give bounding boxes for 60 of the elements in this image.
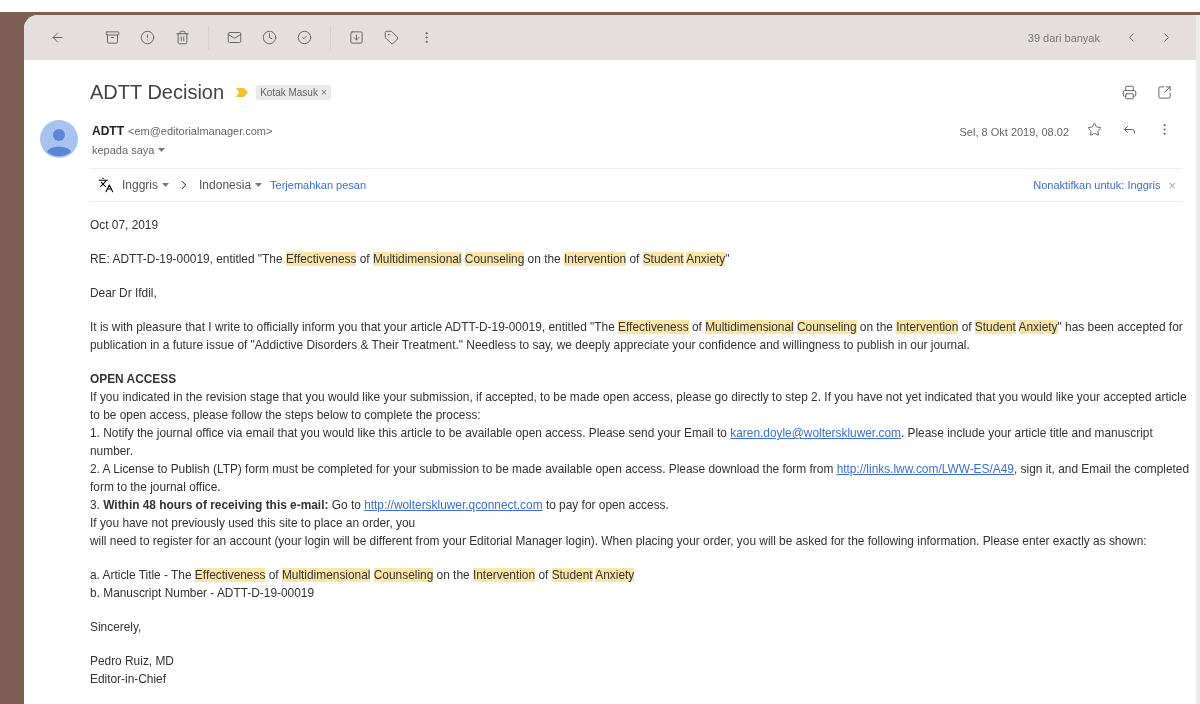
external-link-icon xyxy=(1157,84,1172,100)
avatar xyxy=(40,120,78,158)
body-text: 1. Notify the journal office via email that you would like this article to be available open access. Please send your Email to karen.doyle@wolterskluwer.com. Please include your article title and manuscript number. xyxy=(90,425,1154,460)
caret-icon xyxy=(162,183,170,187)
back-arrow-button[interactable] xyxy=(50,30,65,45)
label-icon xyxy=(384,30,399,45)
exclamation-circle-button[interactable] xyxy=(140,30,155,45)
trash-icon xyxy=(175,30,190,45)
body-text: It is with pleasure that I write to officially inform you that your article ADTT-D-19-00019, entitled "The Effectiveness of Multidimensional Counseling on the Intervention of Student Anxiety" has been accepted for publication in a future issue of "Addictive Disorders & Their Treatment." Needless to say, we deeply appreciate your confidence and willingness to publish in our journal. xyxy=(90,319,1184,354)
check-circle-icon xyxy=(297,30,312,45)
body-text: Oct 07, 2019 xyxy=(90,217,160,234)
inbox-label: Kotak Masuk × xyxy=(256,84,331,100)
source-language-dropdown[interactable]: Inggris xyxy=(122,178,170,192)
new-window-button[interactable] xyxy=(1157,84,1172,100)
envelope-button[interactable] xyxy=(227,30,242,45)
caret-icon xyxy=(255,183,263,187)
archive-icon xyxy=(105,30,120,45)
sender-email: <em@editorialmanager.com> xyxy=(128,125,273,137)
body-text: Sincerely, xyxy=(90,619,143,636)
body-text: OPEN ACCESS xyxy=(90,371,178,388)
target-language-dropdown[interactable]: Indonesia xyxy=(199,178,263,192)
clock-icon xyxy=(262,30,277,45)
archive-button[interactable] xyxy=(105,30,120,45)
printer-icon xyxy=(1122,84,1137,100)
envelope-icon xyxy=(227,30,242,45)
sender-name: ADTT xyxy=(92,124,124,138)
body-text: b. Manuscript Number - ADTT-D-19-00019 xyxy=(90,585,316,602)
link[interactable]: karen.doyle@wolterskluwer.com xyxy=(730,426,901,440)
body-text: If you have not previously used this site to place an order, you xyxy=(90,515,417,532)
link[interactable]: http://wolterskluwer.qconnect.com xyxy=(364,498,543,512)
caret-icon xyxy=(158,148,166,152)
label-button[interactable] xyxy=(384,30,399,45)
print-button[interactable] xyxy=(1122,84,1137,100)
body-text: If you indicated in the revision stage that you would like your submission, if accepted, to be made open access, please go directly to step 2. If you have not yet indicated that you would like your accepted article to be open access, please follow the steps below to complete the process: xyxy=(90,389,1188,424)
move-to-icon xyxy=(349,30,364,45)
email-date: Sel, 8 Okt 2019, 08.02 xyxy=(959,125,1069,138)
body-text: a. Article Title - The Effectiveness of Multidimensional Counseling on the Intervention of Student Anxiety xyxy=(90,567,636,584)
exclamation-circle-icon xyxy=(140,30,155,45)
body-text: 3. Within 48 hours of receiving this e-mail: Go to http://wolterskluwer.qconnect.com to pay for open access. xyxy=(90,497,670,514)
star-button[interactable] xyxy=(1087,121,1102,137)
translate-icon xyxy=(98,177,114,193)
disable-translation-link[interactable]: Nonaktifkan untuk: Inggris xyxy=(1033,179,1161,191)
move-to-button[interactable] xyxy=(349,30,364,45)
body-text: Pedro Ruiz, MD xyxy=(90,653,175,670)
clock-button[interactable] xyxy=(262,30,277,45)
body-text: will need to register for an account (your login will be different from your Editorial Manager login). When placing your order, you will be asked for the following information. Please enter exactly as shown: xyxy=(90,533,1148,550)
check-circle-button[interactable] xyxy=(297,30,312,45)
importance-marker-icon[interactable] xyxy=(236,87,249,97)
body-text: 2. A License to Publish (LTP) form must be completed for your submission to be made available open access. Please download the form from http://links.lww.com/LWW-ES/A49, sign it, and Email the completed form to the journal office. xyxy=(90,461,1190,496)
remove-label-button[interactable]: × xyxy=(320,86,327,98)
email-subject: ADTT Decision xyxy=(90,80,225,104)
star-icon xyxy=(1087,121,1102,137)
body-text: Dear Dr Ifdil, xyxy=(90,285,158,302)
trash-button[interactable] xyxy=(175,30,190,45)
body-text: RE: ADTT-D-19-00019, entitled "The Effectiveness of Multidimensional Counseling on the Intervention of Student Anxiety" xyxy=(90,251,731,268)
message-counter: 39 dari banyak xyxy=(1027,31,1100,44)
translate-link[interactable]: Terjemahkan pesan xyxy=(270,179,367,191)
body-text: Editor-in-Chief xyxy=(90,671,167,688)
link[interactable]: http://links.lww.com/LWW-ES/A49 xyxy=(836,462,1014,476)
recipient-dropdown[interactable]: kepada saya xyxy=(92,144,273,156)
